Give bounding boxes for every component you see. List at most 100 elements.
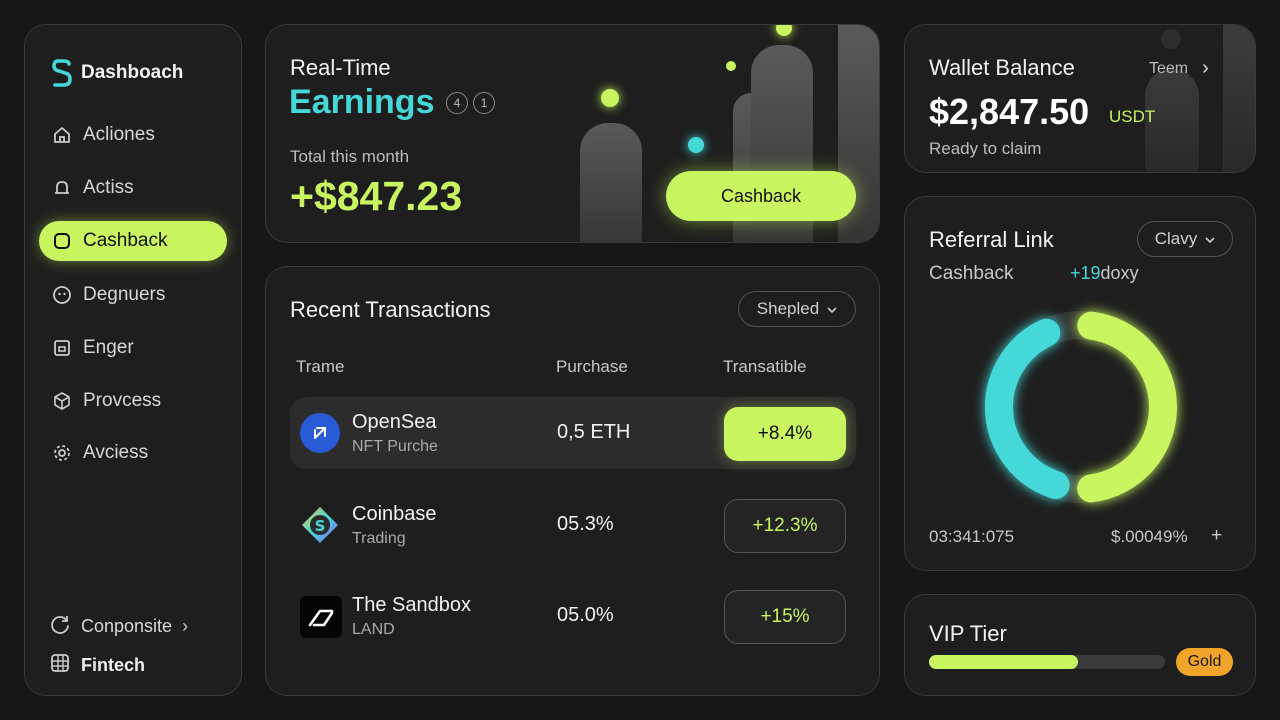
- referral-label: Cashback: [929, 263, 1014, 284]
- referral-pct: +19doxy: [1070, 263, 1139, 284]
- opensea-logo-icon: [300, 413, 340, 453]
- wallet-amount: $2,847.50: [929, 91, 1090, 132]
- svg-text:S: S: [315, 517, 326, 535]
- sidebar-item-label: Acliones: [83, 124, 155, 145]
- decorative-bar: [580, 123, 642, 242]
- chevron-down-icon: [827, 299, 837, 319]
- bell-icon: [51, 177, 73, 199]
- grid-icon: [49, 652, 71, 679]
- sidebar-item-label: Enger: [83, 337, 134, 358]
- referral-footer-left: 03:341:075: [929, 527, 1015, 546]
- vip-title: VIP Tier: [929, 621, 1007, 646]
- column-header[interactable]: Purchase: [556, 357, 628, 377]
- count-badge: 4: [446, 92, 468, 114]
- sidebar-item-label: Provcess: [83, 390, 162, 411]
- sidebar-footer-conponsite[interactable]: Conponsite ›: [49, 613, 188, 640]
- table-row[interactable]: OpenSea NFT Purche 0,5 ETH +8.4%: [290, 397, 856, 469]
- decorative-dot: [726, 61, 736, 71]
- earnings-subtitle: Total this month: [290, 147, 410, 166]
- transaction-desc: NFT Purche: [352, 438, 438, 455]
- transaction-purchase: 05.0%: [557, 604, 614, 626]
- sandbox-logo-icon: [300, 596, 342, 638]
- plus-icon[interactable]: +: [1211, 525, 1222, 547]
- decorative-dot: [776, 25, 792, 36]
- sidebar-footer-label: Conponsite: [81, 616, 173, 636]
- count-badge: 1: [473, 92, 495, 114]
- transaction-purchase: 0,5 ETH: [557, 421, 631, 443]
- vip-card: VIP Tier Gold: [904, 594, 1256, 696]
- transaction-desc: Trading: [352, 530, 406, 547]
- refresh-icon: [49, 613, 71, 640]
- face-icon: [51, 284, 73, 306]
- wallet-link-label: Teem: [1149, 59, 1189, 77]
- sidebar-item-label: Degnuers: [83, 284, 166, 305]
- transaction-name: Coinbase: [352, 503, 437, 525]
- vip-progress-track: [929, 655, 1165, 669]
- chevron-right-icon: ›: [182, 616, 189, 636]
- cashback-button[interactable]: Cashback: [666, 171, 856, 221]
- gear-icon: [51, 442, 73, 464]
- dropdown-label: Shepled: [756, 299, 820, 318]
- transaction-name: OpenSea: [352, 411, 437, 433]
- vip-tier-badge: Gold: [1176, 648, 1233, 676]
- referral-donut-chart: [985, 311, 1177, 503]
- sidebar-item-enger[interactable]: Enger: [39, 328, 227, 368]
- table-row[interactable]: The Sandbox LAND 05.0% +15%: [290, 580, 856, 652]
- wallet-title: Wallet Balance: [929, 55, 1075, 80]
- transaction-desc: LAND: [352, 621, 395, 638]
- referral-filter-dropdown[interactable]: Clavy: [1137, 221, 1233, 257]
- sidebar-item-provcess[interactable]: Provcess: [39, 381, 227, 421]
- sidebar: Dashboach Acliones Actiss Cashback Degnu…: [24, 24, 242, 696]
- brand-name: Dashboach: [81, 62, 184, 83]
- change-pill[interactable]: +12.3%: [724, 499, 846, 553]
- sidebar-item-avciess[interactable]: Avciess: [39, 433, 227, 473]
- referral-footer-right: $.00049%: [1111, 527, 1188, 546]
- dropdown-label: Clavy: [1154, 229, 1198, 248]
- decorative-dot: [688, 137, 704, 153]
- brand-logo-icon: [52, 59, 72, 87]
- table-row[interactable]: S Coinbase Trading 05.3% +12.3%: [290, 489, 856, 561]
- wallet-icon: [51, 337, 73, 359]
- earnings-title: Real-Time: [290, 55, 391, 80]
- referral-title: Referral Link: [929, 227, 1054, 252]
- sidebar-item-acliones[interactable]: Acliones: [39, 115, 227, 155]
- cube-icon: [51, 390, 73, 412]
- referral-pct-value: +19: [1070, 263, 1101, 283]
- brand[interactable]: Dashboach: [51, 59, 183, 87]
- sidebar-item-label: Avciess: [83, 442, 149, 463]
- coinbase-logo-icon: S: [300, 505, 340, 545]
- transactions-card: Recent Transactions Shepled Trame Purcha…: [265, 266, 880, 696]
- referral-card: Referral Link Clavy Cashback +19doxy 03:…: [904, 196, 1256, 571]
- column-header[interactable]: Transatible: [723, 357, 806, 377]
- referral-pct-suffix: doxy: [1100, 263, 1139, 283]
- chevron-down-icon: [1205, 229, 1215, 249]
- transactions-title: Recent Transactions: [290, 297, 491, 322]
- wallet-unit: USDT: [1109, 107, 1156, 126]
- sidebar-item-degnuers[interactable]: Degnuers: [39, 275, 227, 315]
- column-header[interactable]: Trame: [296, 357, 345, 377]
- sidebar-item-label: Actiss: [83, 177, 134, 198]
- transactions-filter-dropdown[interactable]: Shepled: [738, 291, 856, 327]
- wallet-status: Ready to claim: [929, 139, 1042, 158]
- sidebar-footer-fintech[interactable]: Fintech: [49, 652, 145, 679]
- square-icon: [51, 230, 73, 252]
- wallet-card: Wallet Balance Teem › $2,847.50 USDT Rea…: [904, 24, 1256, 173]
- change-pill[interactable]: +15%: [724, 590, 846, 644]
- sidebar-item-actiss[interactable]: Actiss: [39, 168, 227, 208]
- transaction-purchase: 05.3%: [557, 513, 614, 535]
- sidebar-item-label: Cashback: [83, 230, 168, 251]
- vip-progress-fill: [929, 655, 1078, 669]
- sidebar-item-cashback[interactable]: Cashback: [39, 221, 227, 261]
- decorative-dot: [1161, 29, 1181, 49]
- wallet-link[interactable]: Teem ›: [1149, 57, 1209, 80]
- chevron-right-icon: ›: [1202, 57, 1209, 79]
- transaction-name: The Sandbox: [352, 594, 471, 616]
- earnings-title-highlight: Earnings: [289, 83, 435, 121]
- decorative-dot: [601, 89, 619, 107]
- earnings-card: Real-Time Earnings 4 1 Total this month …: [265, 24, 880, 243]
- home-icon: [51, 124, 73, 146]
- earnings-amount: +$847.23: [290, 173, 463, 219]
- change-pill[interactable]: +8.4%: [724, 407, 846, 461]
- decorative-bar: [1223, 25, 1255, 172]
- sidebar-footer-label: Fintech: [81, 655, 146, 675]
